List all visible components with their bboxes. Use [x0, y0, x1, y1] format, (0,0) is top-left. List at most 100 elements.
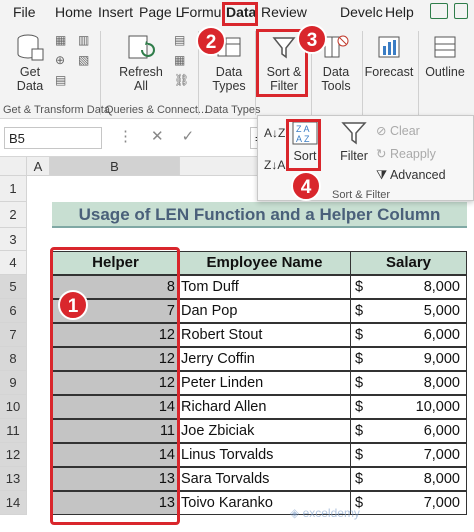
- refresh-all-button[interactable]: Refresh All: [118, 32, 164, 93]
- name-box[interactable]: B5: [4, 127, 102, 149]
- row-header[interactable]: 5: [0, 275, 27, 299]
- salary-amount: 5,000: [423, 303, 460, 319]
- salary-cell[interactable]: $8,000: [350, 371, 467, 395]
- clear-button[interactable]: ⊘ Clear: [376, 123, 420, 138]
- forecast-label: Forecast: [364, 65, 414, 79]
- column-header-a[interactable]: A: [27, 157, 50, 176]
- salary-cell[interactable]: $10,000: [350, 395, 467, 419]
- reapply-icon: ↻: [376, 147, 387, 161]
- advanced-icon: ⧩: [376, 168, 388, 182]
- tab-file[interactable]: File: [13, 4, 36, 20]
- refresh-all-label: Refresh All: [119, 65, 163, 93]
- row-header[interactable]: 11: [0, 419, 27, 443]
- filter-label: Filter: [340, 149, 368, 163]
- from-table-icon[interactable]: ▤: [55, 73, 66, 87]
- row-header[interactable]: 1: [0, 176, 27, 202]
- sort-filter-group-label: Sort & Filter: [332, 189, 391, 201]
- options-icon[interactable]: ⋮: [118, 128, 151, 145]
- helper-selection-highlight: [50, 247, 180, 525]
- step-badge-4: 4: [291, 171, 321, 201]
- select-all-corner[interactable]: [0, 157, 27, 176]
- row-header[interactable]: 2: [0, 202, 27, 228]
- row-header[interactable]: 12: [0, 443, 27, 467]
- employee-name-cell[interactable]: Dan Pop: [178, 299, 351, 323]
- filter-button[interactable]: Filter: [336, 120, 372, 163]
- sort-z-to-a-icon[interactable]: Z↓A: [264, 158, 285, 172]
- salary-cell[interactable]: $7,000: [350, 443, 467, 467]
- row-header[interactable]: 7: [0, 323, 27, 347]
- currency-symbol: $: [355, 447, 364, 463]
- get-data-label: Get Data: [16, 65, 44, 93]
- cancel-icon[interactable]: ✕: [151, 128, 182, 145]
- advanced-label: Advanced: [389, 168, 446, 182]
- salary-amount: 9,000: [423, 351, 460, 367]
- salary-cell[interactable]: $9,000: [350, 347, 467, 371]
- step-badge-1: 1: [58, 290, 88, 320]
- comments-icon[interactable]: [430, 3, 448, 19]
- row-header[interactable]: 3: [0, 228, 27, 251]
- from-web-icon[interactable]: ⊕: [55, 53, 65, 67]
- employee-name-cell[interactable]: Linus Torvalds: [178, 443, 351, 467]
- employee-name-cell[interactable]: Richard Allen: [178, 395, 351, 419]
- forecast-button[interactable]: Forecast: [364, 32, 414, 79]
- employee-name-cell[interactable]: Sara Torvalds: [178, 467, 351, 491]
- salary-cell[interactable]: $7,000: [350, 491, 467, 515]
- salary-amount: 8,000: [423, 375, 460, 391]
- tab-formulas[interactable]: Formu: [181, 4, 221, 20]
- queries-icon[interactable]: ▤: [174, 33, 185, 47]
- salary-amount: 7,000: [423, 495, 460, 511]
- outline-button[interactable]: Outline: [422, 32, 468, 79]
- properties-icon[interactable]: ▦: [174, 53, 185, 67]
- employee-name-cell[interactable]: Joe Zbiciak: [178, 419, 351, 443]
- from-text-icon[interactable]: ▦: [55, 33, 66, 47]
- recent-sources-icon[interactable]: ▥: [78, 33, 89, 47]
- currency-symbol: $: [355, 471, 364, 487]
- row-header[interactable]: 14: [0, 491, 27, 515]
- salary-amount: 6,000: [423, 423, 460, 439]
- tab-developer[interactable]: Develc: [340, 4, 383, 20]
- clear-icon: ⊘: [376, 124, 387, 138]
- tab-insert[interactable]: Insert: [98, 4, 133, 20]
- salary-amount: 10,000: [415, 399, 460, 415]
- group-data-types-label: Data Types: [205, 104, 261, 116]
- currency-symbol: $: [355, 303, 364, 319]
- row-header[interactable]: 13: [0, 467, 27, 491]
- edit-links-icon[interactable]: ⛓: [174, 73, 189, 87]
- table-title: Usage of LEN Function and a Helper Colum…: [52, 202, 467, 228]
- get-data-button[interactable]: Get Data: [10, 32, 50, 93]
- sort-a-to-z-icon[interactable]: A↓Z: [264, 126, 285, 140]
- header-salary[interactable]: Salary: [350, 251, 467, 275]
- watermark: ◈ exceldemy: [290, 506, 360, 520]
- tab-help[interactable]: Help: [385, 4, 414, 20]
- row-header[interactable]: 4: [0, 251, 27, 275]
- existing-connections-icon[interactable]: ▧: [78, 53, 89, 67]
- row-header[interactable]: 9: [0, 371, 27, 395]
- employee-name-cell[interactable]: Robert Stout: [178, 323, 351, 347]
- step-badge-3: 3: [297, 24, 327, 54]
- currency-symbol: $: [355, 399, 364, 415]
- salary-amount: 8,000: [423, 279, 460, 295]
- filter-icon: [341, 122, 367, 145]
- employee-name-cell[interactable]: Jerry Coffin: [178, 347, 351, 371]
- currency-symbol: $: [355, 279, 364, 295]
- employee-name-cell[interactable]: Peter Linden: [178, 371, 351, 395]
- salary-cell[interactable]: $5,000: [350, 299, 467, 323]
- row-header[interactable]: 10: [0, 395, 27, 419]
- tab-review[interactable]: Review: [261, 4, 307, 20]
- share-icon[interactable]: [454, 3, 468, 19]
- row-header[interactable]: 6: [0, 299, 27, 323]
- enter-icon[interactable]: ✓: [182, 128, 213, 145]
- tab-home[interactable]: Home: [55, 4, 92, 20]
- salary-cell[interactable]: $6,000: [350, 419, 467, 443]
- reapply-button[interactable]: ↻ Reapply: [376, 146, 436, 161]
- header-employee-name[interactable]: Employee Name: [178, 251, 351, 275]
- row-header[interactable]: 8: [0, 347, 27, 371]
- employee-name-cell[interactable]: Tom Duff: [178, 275, 351, 299]
- salary-cell[interactable]: $8,000: [350, 275, 467, 299]
- group-queries-label: Queries & Connect...: [105, 104, 208, 116]
- column-header-b[interactable]: B: [50, 157, 180, 176]
- salary-cell[interactable]: $6,000: [350, 323, 467, 347]
- tab-page-layout[interactable]: Page L: [139, 4, 183, 20]
- advanced-button[interactable]: ⧩ Advanced: [376, 168, 446, 183]
- salary-cell[interactable]: $8,000: [350, 467, 467, 491]
